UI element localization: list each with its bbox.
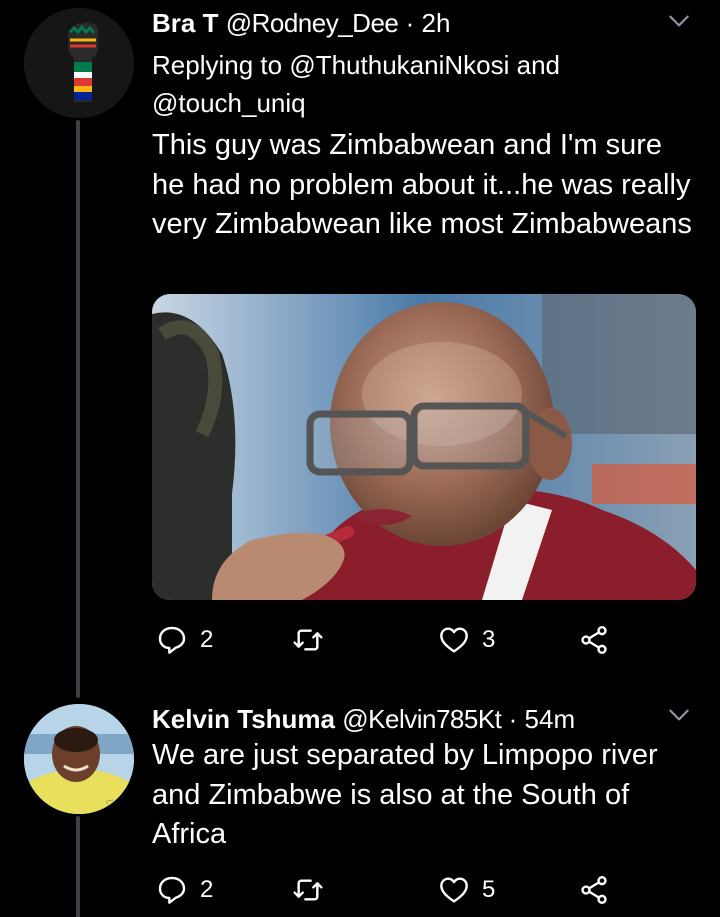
tweet-text: This guy was Zimbabwean and I'm sure he … — [152, 129, 692, 240]
timestamp[interactable]: 2h — [422, 8, 451, 38]
tweet-header: Bra T @Rodney_Dee · 2h — [152, 6, 450, 40]
like-icon — [440, 877, 468, 903]
tweet-actions: 2 3 — [152, 620, 632, 660]
reply-icon — [158, 876, 186, 904]
like-button[interactable]: 5 — [438, 870, 495, 910]
reply-button[interactable]: 2 — [156, 620, 213, 660]
separator: · — [508, 704, 518, 734]
reply-icon — [158, 626, 186, 654]
photo-man-with-glasses — [152, 294, 696, 600]
svg-text:LEO: LEO — [103, 799, 117, 814]
reply-count: 2 — [200, 626, 214, 653]
tweet-header: Kelvin Tshuma @Kelvin785Kt · 54m — [152, 702, 575, 736]
mention-link[interactable]: @ThuthukaniNkosi — [289, 50, 509, 80]
raised-fist-flag-icon — [24, 8, 134, 118]
tweet[interactable]: LEO Kelvin Tshuma @Kelvin785Kt · 54m We … — [0, 690, 720, 917]
author-handle[interactable]: @Kelvin785Kt — [342, 704, 502, 734]
author-name[interactable]: Bra T — [152, 8, 218, 38]
like-count: 5 — [482, 876, 496, 903]
retweet-icon — [293, 879, 323, 901]
author-name[interactable]: Kelvin Tshuma — [152, 704, 335, 734]
reply-button[interactable]: 2 — [156, 870, 213, 910]
chevron-down-icon[interactable] — [666, 8, 692, 34]
reply-count: 2 — [200, 876, 214, 903]
chevron-down-icon[interactable] — [666, 702, 692, 728]
replying-to: Replying to @ThuthukaniNkosi and @touch_… — [152, 46, 672, 122]
replying-label: Replying to — [152, 50, 283, 80]
share-icon — [581, 876, 607, 904]
retweet-icon — [293, 629, 323, 651]
timestamp[interactable]: 54m — [525, 704, 576, 734]
tweet-actions: 2 5 — [152, 870, 632, 910]
share-button[interactable] — [578, 870, 610, 910]
mention-link[interactable]: @touch_uniq — [152, 88, 306, 118]
avatar-photo: LEO — [24, 704, 134, 814]
replying-and: and — [516, 50, 560, 80]
share-icon — [581, 626, 607, 654]
avatar[interactable] — [24, 8, 134, 118]
tweet-text: We are just separated by Limpopo river a… — [152, 739, 658, 850]
tweet-image[interactable] — [152, 294, 696, 600]
separator: · — [405, 8, 415, 38]
retweet-button[interactable] — [292, 620, 336, 660]
retweet-button[interactable] — [292, 870, 336, 910]
share-button[interactable] — [578, 620, 610, 660]
like-icon — [440, 627, 468, 653]
like-button[interactable]: 3 — [438, 620, 495, 660]
like-count: 3 — [482, 626, 496, 653]
author-handle[interactable]: @Rodney_Dee — [226, 8, 399, 38]
tweet[interactable]: Bra T @Rodney_Dee · 2h Replying to @Thut… — [0, 0, 720, 690]
avatar[interactable]: LEO — [24, 704, 134, 814]
